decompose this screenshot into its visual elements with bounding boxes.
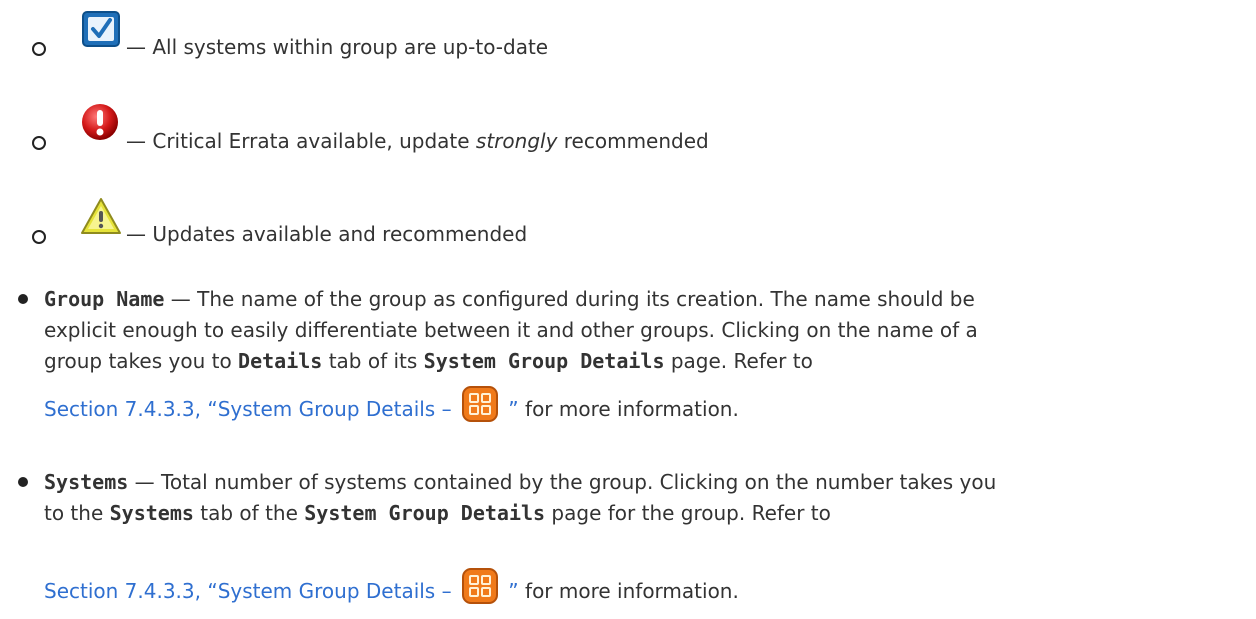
group-name-desc-3a: group takes you to	[44, 349, 239, 373]
section-link-text-b-2: ”	[501, 579, 519, 603]
systems-line-1: Systems — Total number of systems contai…	[44, 467, 996, 497]
critical-errata-icon	[82, 104, 118, 140]
warning-triangle-icon	[81, 198, 121, 234]
bullet-group-name	[18, 294, 28, 304]
system-group-details-term: System Group Details	[423, 349, 665, 373]
systems-tab-term: Systems	[109, 501, 194, 525]
systems-desc-2e: page for the group. Refer to	[545, 501, 831, 525]
details-tab-term: Details	[238, 349, 323, 373]
group-name-desc-3e: page. Refer to	[664, 349, 813, 373]
system-group-icon-2	[461, 568, 498, 604]
system-group-details-term-2: System Group Details	[304, 501, 546, 525]
section-link-text-a-2: Section 7.4.3.3, “System Group Details –	[44, 579, 458, 603]
section-link-text-b: ”	[501, 397, 519, 421]
group-name-line-4: Section 7.4.3.3, “System Group Details –…	[44, 386, 739, 424]
sub-bullet-1	[32, 42, 46, 56]
section-link-group-name[interactable]: Section 7.4.3.3, “System Group Details –…	[44, 386, 519, 422]
checked-box-icon	[82, 11, 120, 47]
group-name-after-link: for more information.	[518, 397, 739, 421]
section-link-systems[interactable]: Section 7.4.3.3, “System Group Details –…	[44, 568, 519, 604]
section-link-text-a: Section 7.4.3.3, “System Group Details –	[44, 397, 458, 421]
systems-desc-1: — Total number of systems contained by t…	[128, 470, 997, 494]
status-critical-emphasis: strongly	[475, 129, 558, 153]
status-critical-text-a: — Critical Errata available, update	[126, 129, 476, 153]
systems-desc-2c: tab of the	[193, 501, 305, 525]
systems-after-link: for more information.	[518, 579, 739, 603]
group-name-desc-3c: tab of its	[322, 349, 424, 373]
systems-term: Systems	[44, 470, 129, 494]
group-name-line-3: group takes you to Details tab of its Sy…	[44, 346, 813, 376]
status-updates-text: — Updates available and recommended	[126, 222, 528, 246]
group-name-line-2: explicit enough to easily differentiate …	[44, 318, 978, 342]
systems-line-2: to the Systems tab of the System Group D…	[44, 498, 831, 528]
status-critical-text-b: recommended	[557, 129, 709, 153]
group-name-term: Group Name	[44, 287, 165, 311]
group-name-desc-1: — The name of the group as configured du…	[164, 287, 975, 311]
bullet-systems	[18, 477, 28, 487]
sub-bullet-2	[32, 136, 46, 150]
status-up-to-date-text: — All systems within group are up-to-dat…	[126, 35, 549, 59]
system-group-icon	[461, 386, 498, 422]
status-critical-text: — Critical Errata available, update stro…	[126, 126, 709, 156]
group-name-line-1: Group Name — The name of the group as co…	[44, 284, 975, 314]
systems-desc-2a: to the	[44, 501, 110, 525]
sub-bullet-3	[32, 230, 46, 244]
systems-line-3: Section 7.4.3.3, “System Group Details –…	[44, 568, 739, 606]
